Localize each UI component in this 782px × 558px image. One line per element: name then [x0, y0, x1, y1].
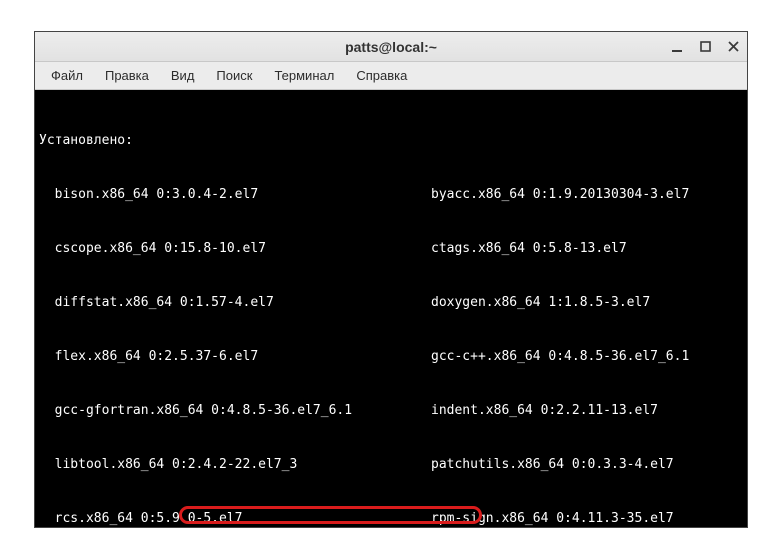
pkg-row: rcs.x86_64 0:5.9.0-5.el7rpm-sign.x86_64 … [39, 510, 743, 527]
maximize-button[interactable] [697, 39, 713, 55]
menu-view[interactable]: Вид [161, 65, 205, 86]
menu-help[interactable]: Справка [346, 65, 417, 86]
window-title: patts@local:~ [345, 39, 437, 55]
menubar: Файл Правка Вид Поиск Терминал Справка [35, 62, 747, 90]
pkg-row: gcc-gfortran.x86_64 0:4.8.5-36.el7_6.1in… [39, 402, 743, 420]
pkg-row: diffstat.x86_64 0:1.57-4.el7doxygen.x86_… [39, 294, 743, 312]
terminal-window: patts@local:~ Файл Правка Вид Поиск Терм… [34, 31, 748, 528]
menu-edit[interactable]: Правка [95, 65, 159, 86]
menu-file[interactable]: Файл [41, 65, 93, 86]
installed-header: Установлено: [39, 132, 743, 150]
menu-terminal[interactable]: Терминал [264, 65, 344, 86]
window-controls [669, 32, 741, 61]
pkg-row: bison.x86_64 0:3.0.4-2.el7byacc.x86_64 0… [39, 186, 743, 204]
close-button[interactable] [725, 39, 741, 55]
menu-search[interactable]: Поиск [206, 65, 262, 86]
titlebar: patts@local:~ [35, 32, 747, 62]
terminal-output[interactable]: Установлено: bison.x86_64 0:3.0.4-2.el7b… [35, 90, 747, 527]
minimize-button[interactable] [669, 39, 685, 55]
pkg-row: flex.x86_64 0:2.5.37-6.el7gcc-c++.x86_64… [39, 348, 743, 366]
pkg-row: cscope.x86_64 0:15.8-10.el7ctags.x86_64 … [39, 240, 743, 258]
pkg-row: libtool.x86_64 0:2.4.2-22.el7_3patchutil… [39, 456, 743, 474]
